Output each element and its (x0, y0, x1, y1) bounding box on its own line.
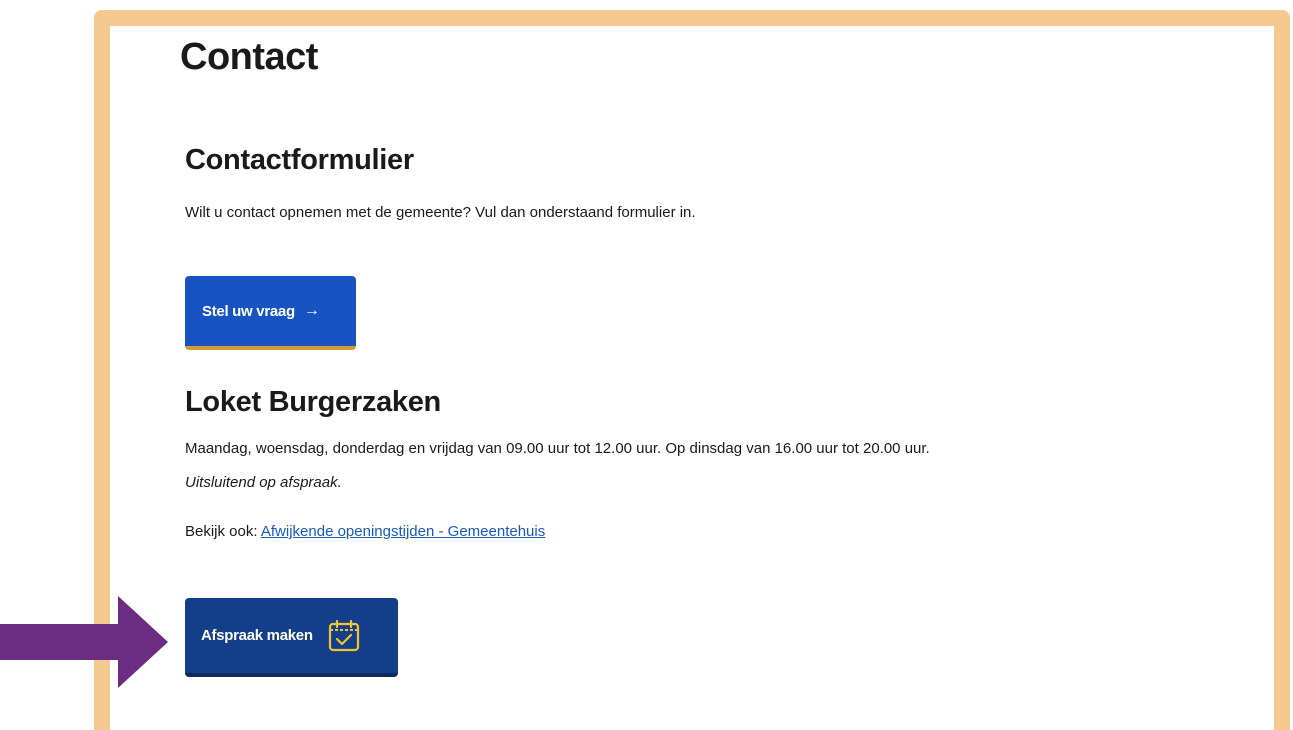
see-also-line: Bekijk ook: Afwijkende openingstijden - … (185, 515, 545, 549)
deviating-hours-link[interactable]: Afwijkende openingstijden - Gemeentehuis (261, 523, 545, 540)
page-title: Contact (180, 36, 318, 78)
contactform-intro: Wilt u contact opnemen met de gemeente? … (185, 204, 696, 221)
calendar-check-icon (328, 619, 359, 651)
opening-hours-text: Maandag, woensdag, donderdag en vrijdag … (185, 432, 985, 500)
make-appointment-label: Afspraak maken (201, 627, 313, 644)
arrow-right-icon: → (303, 302, 320, 319)
ask-question-label: Stel uw vraag (202, 302, 295, 320)
see-also-prefix: Bekijk ook: (185, 523, 261, 540)
loket-heading: Loket Burgerzaken (185, 386, 441, 418)
make-appointment-button[interactable]: Afspraak maken (185, 598, 398, 677)
ask-question-button[interactable]: Stel uw vraag → (185, 276, 356, 350)
appointment-only-note: Uitsluitend op afspraak. (185, 474, 342, 491)
annotation-arrow-icon (0, 596, 168, 688)
contactform-heading: Contactformulier (185, 144, 414, 176)
opening-hours-main: Maandag, woensdag, donderdag en vrijdag … (185, 440, 930, 457)
